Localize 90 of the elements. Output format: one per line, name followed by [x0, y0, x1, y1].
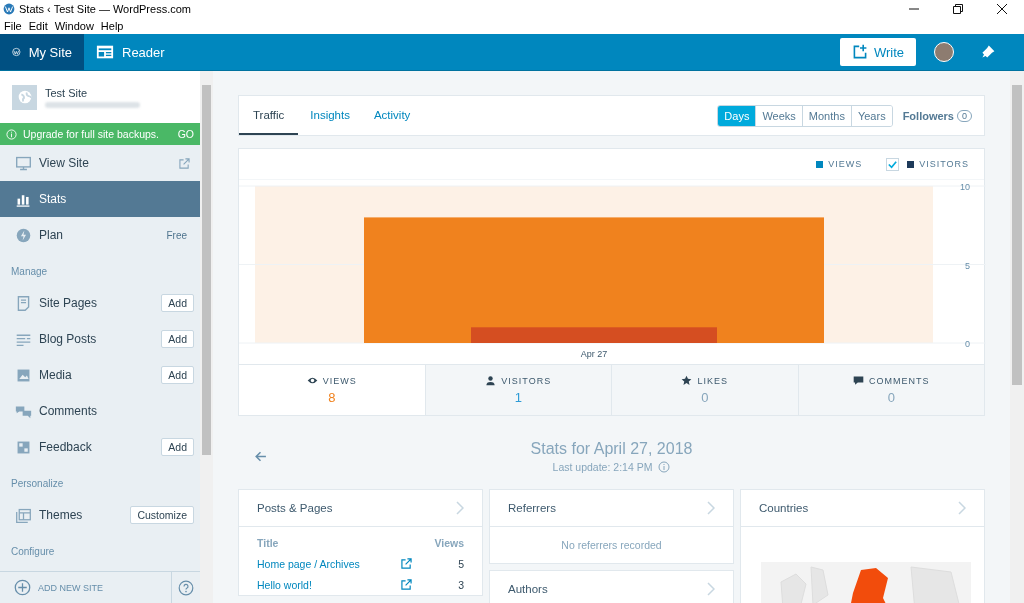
summary-value: 0 [701, 390, 709, 405]
sidebar-item[interactable]: Comments [0, 393, 200, 429]
sidebar-item[interactable]: View Site [0, 145, 200, 181]
globe-icon [12, 84, 37, 110]
last-update-text: Last update: 2:14 PM [552, 461, 653, 473]
add-button[interactable]: Customize [130, 506, 194, 524]
module-header[interactable]: Referrers [490, 490, 733, 527]
post-link[interactable]: Hello world! [257, 578, 401, 591]
help-icon[interactable] [178, 579, 194, 596]
close-icon[interactable] [997, 3, 1007, 14]
window-title: Stats ‹ Test Site — WordPress.com [19, 2, 191, 15]
person-icon [485, 375, 497, 386]
chevron-right-icon [456, 501, 464, 515]
scrollbar[interactable] [200, 71, 213, 603]
info-icon[interactable] [658, 461, 671, 473]
module-header[interactable]: Posts & Pages [239, 490, 482, 527]
bolt-icon [15, 226, 32, 244]
info-icon [6, 128, 17, 140]
menu-item[interactable]: Edit [28, 19, 48, 32]
external-link-icon[interactable] [401, 579, 412, 590]
plus-circle-icon [14, 579, 31, 596]
legend-label: VISITORS [919, 159, 969, 169]
stats-tab[interactable]: Traffic [239, 96, 299, 135]
day-title: Stats for April 27, 2018 [530, 440, 693, 458]
notice-text: Upgrade for full site backups. [23, 128, 159, 140]
plan-label: Free [166, 229, 187, 241]
axis-category-label: Apr 27 [580, 349, 608, 359]
avatar-icon[interactable] [934, 42, 954, 62]
axis-tick-label: 0 [965, 339, 970, 349]
module-header[interactable]: Authors [490, 571, 733, 603]
sidebar-item[interactable]: Media Add [0, 357, 200, 393]
axis-tick-label: 10 [960, 182, 970, 192]
sidebar-item[interactable]: Stats [0, 181, 200, 217]
add-post-icon [851, 44, 868, 60]
restore-icon[interactable] [953, 3, 963, 14]
add-button[interactable]: Add [161, 330, 194, 348]
write-button[interactable]: Write [840, 38, 916, 66]
checkbox[interactable] [886, 157, 900, 171]
masterbar-tab[interactable]: Reader [84, 34, 177, 70]
reader-icon [96, 43, 114, 61]
empty-message: No referrers recorded [560, 538, 663, 553]
menu-item[interactable]: File [4, 19, 22, 32]
summary-tab[interactable]: COMMENTS 0 [797, 365, 984, 415]
post-link[interactable]: Home page / Archives [257, 557, 401, 570]
views-count: 5 [457, 557, 464, 570]
sidebar-item[interactable]: Themes Customize [0, 497, 200, 533]
summary-value: 1 [514, 390, 522, 405]
legend-label: VIEWS [828, 159, 863, 169]
speech-bubble-icon [853, 375, 864, 386]
section-heading: Manage [10, 264, 49, 279]
section-heading: Configure [10, 544, 56, 559]
section-heading: Personalize [10, 476, 65, 491]
summary-tab[interactable]: LIKES 0 [611, 365, 798, 415]
eye-icon [306, 375, 318, 386]
views-count: 3 [457, 578, 464, 591]
summary-value: 0 [887, 390, 895, 405]
menu-item[interactable]: Help [100, 19, 124, 32]
page-icon [15, 294, 32, 312]
masterbar-tab[interactable]: My Site [0, 34, 84, 70]
followers-link[interactable]: Followers 0 [902, 109, 972, 122]
stats-tab[interactable]: Activity [361, 96, 423, 135]
bell-icon[interactable] [980, 44, 996, 60]
summary-tab[interactable]: VISITORS 1 [424, 365, 611, 415]
chevron-right-icon [958, 501, 966, 515]
period-button[interactable]: Years [850, 105, 892, 126]
sidebar-item[interactable]: Blog Posts Add [0, 321, 200, 357]
axis-tick-label: 5 [965, 260, 970, 271]
site-name: Test Site [45, 86, 89, 99]
monitor-icon [15, 154, 32, 172]
external-link-icon[interactable] [179, 157, 190, 169]
stats-tab[interactable]: Insights [298, 96, 362, 135]
chevron-right-icon [707, 582, 715, 596]
site-header[interactable]: Test Site [0, 71, 200, 123]
bar[interactable] [364, 217, 824, 343]
sidebar-item[interactable]: Site Pages Add [0, 285, 200, 321]
external-link-icon[interactable] [401, 558, 412, 569]
menu-item[interactable]: Window [54, 19, 94, 32]
back-arrow-icon[interactable] [254, 450, 267, 463]
layout-icon [15, 506, 32, 524]
sidebar-item[interactable]: Feedback Add [0, 429, 200, 465]
column-header: Title [257, 537, 280, 549]
scrollbar[interactable] [1010, 71, 1024, 603]
add-button[interactable]: Add [161, 366, 194, 384]
summary-value: 8 [328, 390, 336, 405]
chevron-right-icon [707, 501, 715, 515]
star-icon [681, 375, 693, 386]
column-header: Views [434, 537, 464, 549]
add-button[interactable]: Add [161, 294, 194, 312]
add-button[interactable]: Add [161, 438, 194, 456]
sidebar-item[interactable]: Plan Free [0, 217, 200, 253]
